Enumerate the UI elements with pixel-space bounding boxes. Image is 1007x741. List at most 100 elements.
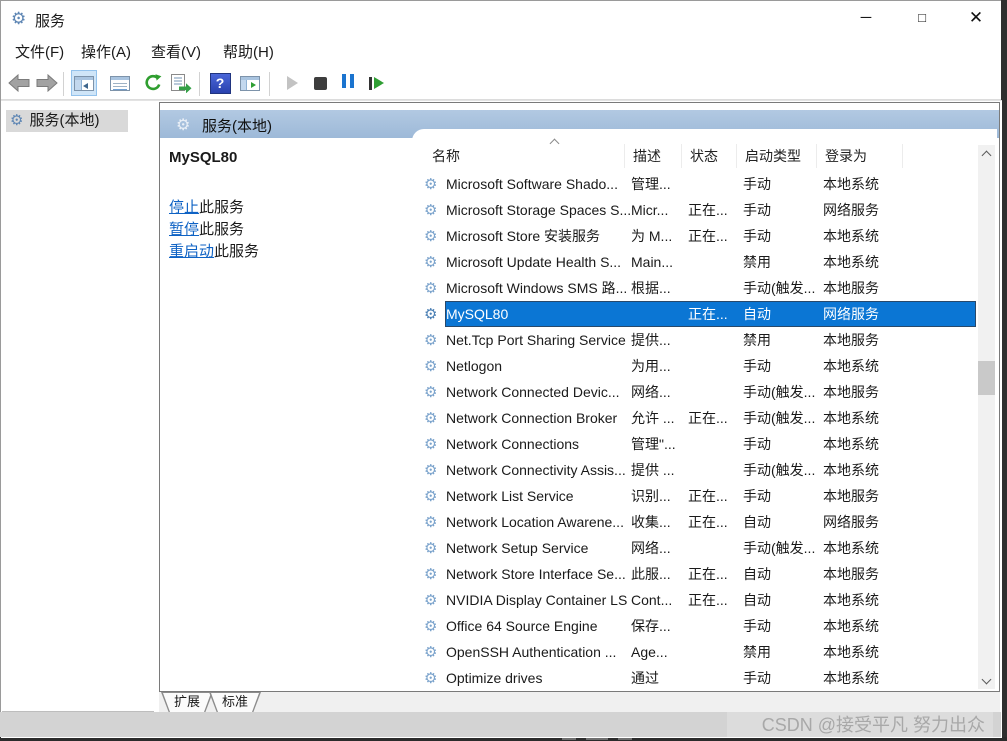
back-icon[interactable] bbox=[6, 70, 32, 96]
cell-startup: 手动 bbox=[743, 228, 771, 244]
start-service-icon[interactable] bbox=[279, 70, 305, 96]
cell-status bbox=[682, 535, 737, 562]
maximize-button[interactable]: □ bbox=[899, 1, 945, 35]
service-gear-icon: ⚙ bbox=[424, 592, 438, 609]
cell-icon: ⚙ bbox=[424, 275, 446, 302]
tab-standard[interactable]: 标准 bbox=[209, 692, 261, 713]
col-description[interactable]: 描述 bbox=[625, 144, 682, 168]
table-row[interactable]: ⚙ Microsoft Update Health S... Main... 禁用 本地… bbox=[412, 249, 977, 275]
pause-link[interactable]: 暂停 bbox=[169, 221, 199, 238]
cell-name: NVIDIA Display Container LS bbox=[446, 592, 628, 608]
help-icon[interactable]: ? bbox=[207, 70, 233, 96]
service-gear-icon: ⚙ bbox=[424, 202, 438, 219]
cell-logon: 本地系统 bbox=[823, 228, 879, 244]
cell-name: Network Connections bbox=[446, 436, 580, 452]
table-row[interactable]: ⚙ Netlogon 为用... 手动 本地系统 bbox=[412, 353, 977, 379]
show-console-tree-icon[interactable] bbox=[71, 70, 97, 96]
cell-logon: 本地服务 bbox=[823, 566, 879, 582]
cell-icon: ⚙ bbox=[424, 197, 446, 224]
menu-help[interactable]: 帮助(H) bbox=[217, 40, 280, 66]
service-gear-icon: ⚙ bbox=[424, 462, 438, 479]
table-row[interactable]: ⚙ Network Setup Service 网络... 手动(触发... 本地系统 bbox=[412, 535, 977, 561]
cell-name: Microsoft Update Health S... bbox=[446, 254, 622, 270]
menu-file[interactable]: 文件(F) bbox=[9, 40, 70, 66]
refresh-icon[interactable] bbox=[140, 70, 166, 96]
table-row[interactable]: ⚙ Optimize drives 通过 手动 本地系统 bbox=[412, 665, 977, 691]
col-logon-as[interactable]: 登录为 bbox=[817, 144, 903, 168]
cell-status: 正在... bbox=[688, 228, 728, 244]
screen: ⚙ 服务 ─ □ ✕ 文件(F) 操作(A) 查看(V) 帮助(H) ? ⚙ 服… bbox=[0, 0, 1007, 741]
service-gear-icon: ⚙ bbox=[424, 332, 438, 349]
cell-status bbox=[682, 639, 737, 666]
cell-startup: 手动(触发... bbox=[743, 462, 816, 478]
table-row[interactable]: ⚙ Network Connected Devic... 网络... 手动(触发...… bbox=[412, 379, 977, 405]
cell-name: Network Connectivity Assis... bbox=[446, 462, 626, 478]
cell-logon: 本地服务 bbox=[823, 384, 879, 400]
tree-item-services-local[interactable]: ⚙ 服务(本地) bbox=[6, 110, 128, 132]
cell-desc: 网络... bbox=[631, 540, 671, 556]
cell-name: Network Store Interface Se... bbox=[446, 566, 626, 582]
cell-logon: 本地系统 bbox=[823, 540, 879, 556]
scrollbar-thumb[interactable] bbox=[978, 361, 995, 395]
scroll-up-icon[interactable] bbox=[978, 145, 995, 162]
table-row[interactable]: ⚙ MySQL80 正在... 自动 网络服务 bbox=[412, 301, 977, 327]
stop-link[interactable]: 停止 bbox=[169, 199, 199, 216]
export-list-icon[interactable] bbox=[168, 70, 194, 96]
cell-logon: 本地服务 bbox=[823, 488, 879, 504]
table-row[interactable]: ⚙ OpenSSH Authentication ... Age... 禁用 本地系统 bbox=[412, 639, 977, 665]
cell-status: 正在... bbox=[688, 410, 728, 426]
stop-service-icon[interactable] bbox=[307, 70, 333, 96]
table-row[interactable]: ⚙ Microsoft Windows SMS 路... 根据... 手动(触发...… bbox=[412, 275, 977, 301]
vertical-scrollbar[interactable] bbox=[978, 145, 995, 689]
pause-service-icon[interactable] bbox=[335, 70, 361, 96]
cell-status bbox=[682, 353, 737, 380]
table-row[interactable]: ⚙ Network Location Awarene... 收集... 正在... 自动… bbox=[412, 509, 977, 535]
table-row[interactable]: ⚙ NVIDIA Display Container LS Cont... 正在...… bbox=[412, 587, 977, 613]
services-window: ⚙ 服务 ─ □ ✕ 文件(F) 操作(A) 查看(V) 帮助(H) ? ⚙ 服… bbox=[0, 0, 1002, 738]
background-artifact bbox=[562, 738, 576, 740]
menu-view[interactable]: 查看(V) bbox=[145, 40, 207, 66]
col-startup-type[interactable]: 启动类型 bbox=[737, 144, 817, 168]
forward-icon[interactable] bbox=[34, 70, 60, 96]
restart-service-icon[interactable] bbox=[363, 70, 389, 96]
cell-status bbox=[682, 431, 737, 458]
header-title: 服务(本地) bbox=[202, 118, 272, 135]
toolbar-separator bbox=[269, 72, 270, 96]
col-name[interactable]: 名称 bbox=[424, 144, 625, 168]
service-gear-icon: ⚙ bbox=[424, 384, 438, 401]
cell-desc: 为用... bbox=[631, 358, 671, 374]
tab-standard-label: 标准 bbox=[222, 694, 249, 709]
service-gear-icon: ⚙ bbox=[424, 540, 438, 557]
table-row[interactable]: ⚙ Network Store Interface Se... 此服... 正在...… bbox=[412, 561, 977, 587]
table-row[interactable]: ⚙ Network List Service 识别... 正在... 手动 本地服务 bbox=[412, 483, 977, 509]
col-status[interactable]: 状态 bbox=[682, 144, 737, 168]
cell-startup: 手动(触发... bbox=[743, 540, 816, 556]
content-area: ⚙ 服务(本地) ⚙ 服务(本地) MySQL80 停止此服务 暂停此服务 重启动… bbox=[1, 100, 1002, 738]
properties-icon[interactable] bbox=[107, 70, 133, 96]
cell-icon: ⚙ bbox=[424, 535, 446, 562]
menu-action[interactable]: 操作(A) bbox=[75, 40, 137, 66]
table-row[interactable]: ⚙ Microsoft Storage Spaces S... Micr... 正在.… bbox=[412, 197, 977, 223]
table-row[interactable]: ⚙ Microsoft Store 安装服务 为 M... 正在... 手动 本地系统 bbox=[412, 223, 977, 249]
table-row[interactable]: ⚙ Office 64 Source Engine 保存... 手动 本地系统 bbox=[412, 613, 977, 639]
table-row[interactable]: ⚙ Network Connectivity Assis... 提供 ... 手动(触… bbox=[412, 457, 977, 483]
cell-startup: 手动 bbox=[743, 436, 771, 452]
service-gear-icon: ⚙ bbox=[424, 618, 438, 635]
tab-extended[interactable]: 扩展 bbox=[161, 692, 213, 713]
scroll-down-icon[interactable] bbox=[978, 672, 995, 689]
cell-desc: 保存... bbox=[631, 618, 671, 634]
show-action-pane-icon[interactable] bbox=[237, 70, 263, 96]
cell-logon: 本地系统 bbox=[823, 644, 879, 660]
cell-name: Network Setup Service bbox=[446, 540, 589, 556]
cell-startup: 禁用 bbox=[743, 644, 771, 660]
table-row[interactable]: ⚙ Network Connection Broker 允许 ... 正在... 手动(… bbox=[412, 405, 977, 431]
restart-link[interactable]: 重启动 bbox=[169, 243, 214, 260]
close-button[interactable]: ✕ bbox=[953, 1, 999, 35]
table-row[interactable]: ⚙ Microsoft Software Shado... 管理... 手动 本地系统 bbox=[412, 171, 977, 197]
cell-startup: 手动 bbox=[743, 202, 771, 218]
table-row[interactable]: ⚙ Net.Tcp Port Sharing Service 提供... 禁用 本地服务 bbox=[412, 327, 977, 353]
cell-status bbox=[682, 457, 737, 484]
table-row[interactable]: ⚙ Network Connections 管理"... 手动 本地系统 bbox=[412, 431, 977, 457]
minimize-button[interactable]: ─ bbox=[843, 1, 889, 35]
cell-startup: 手动 bbox=[743, 358, 771, 374]
